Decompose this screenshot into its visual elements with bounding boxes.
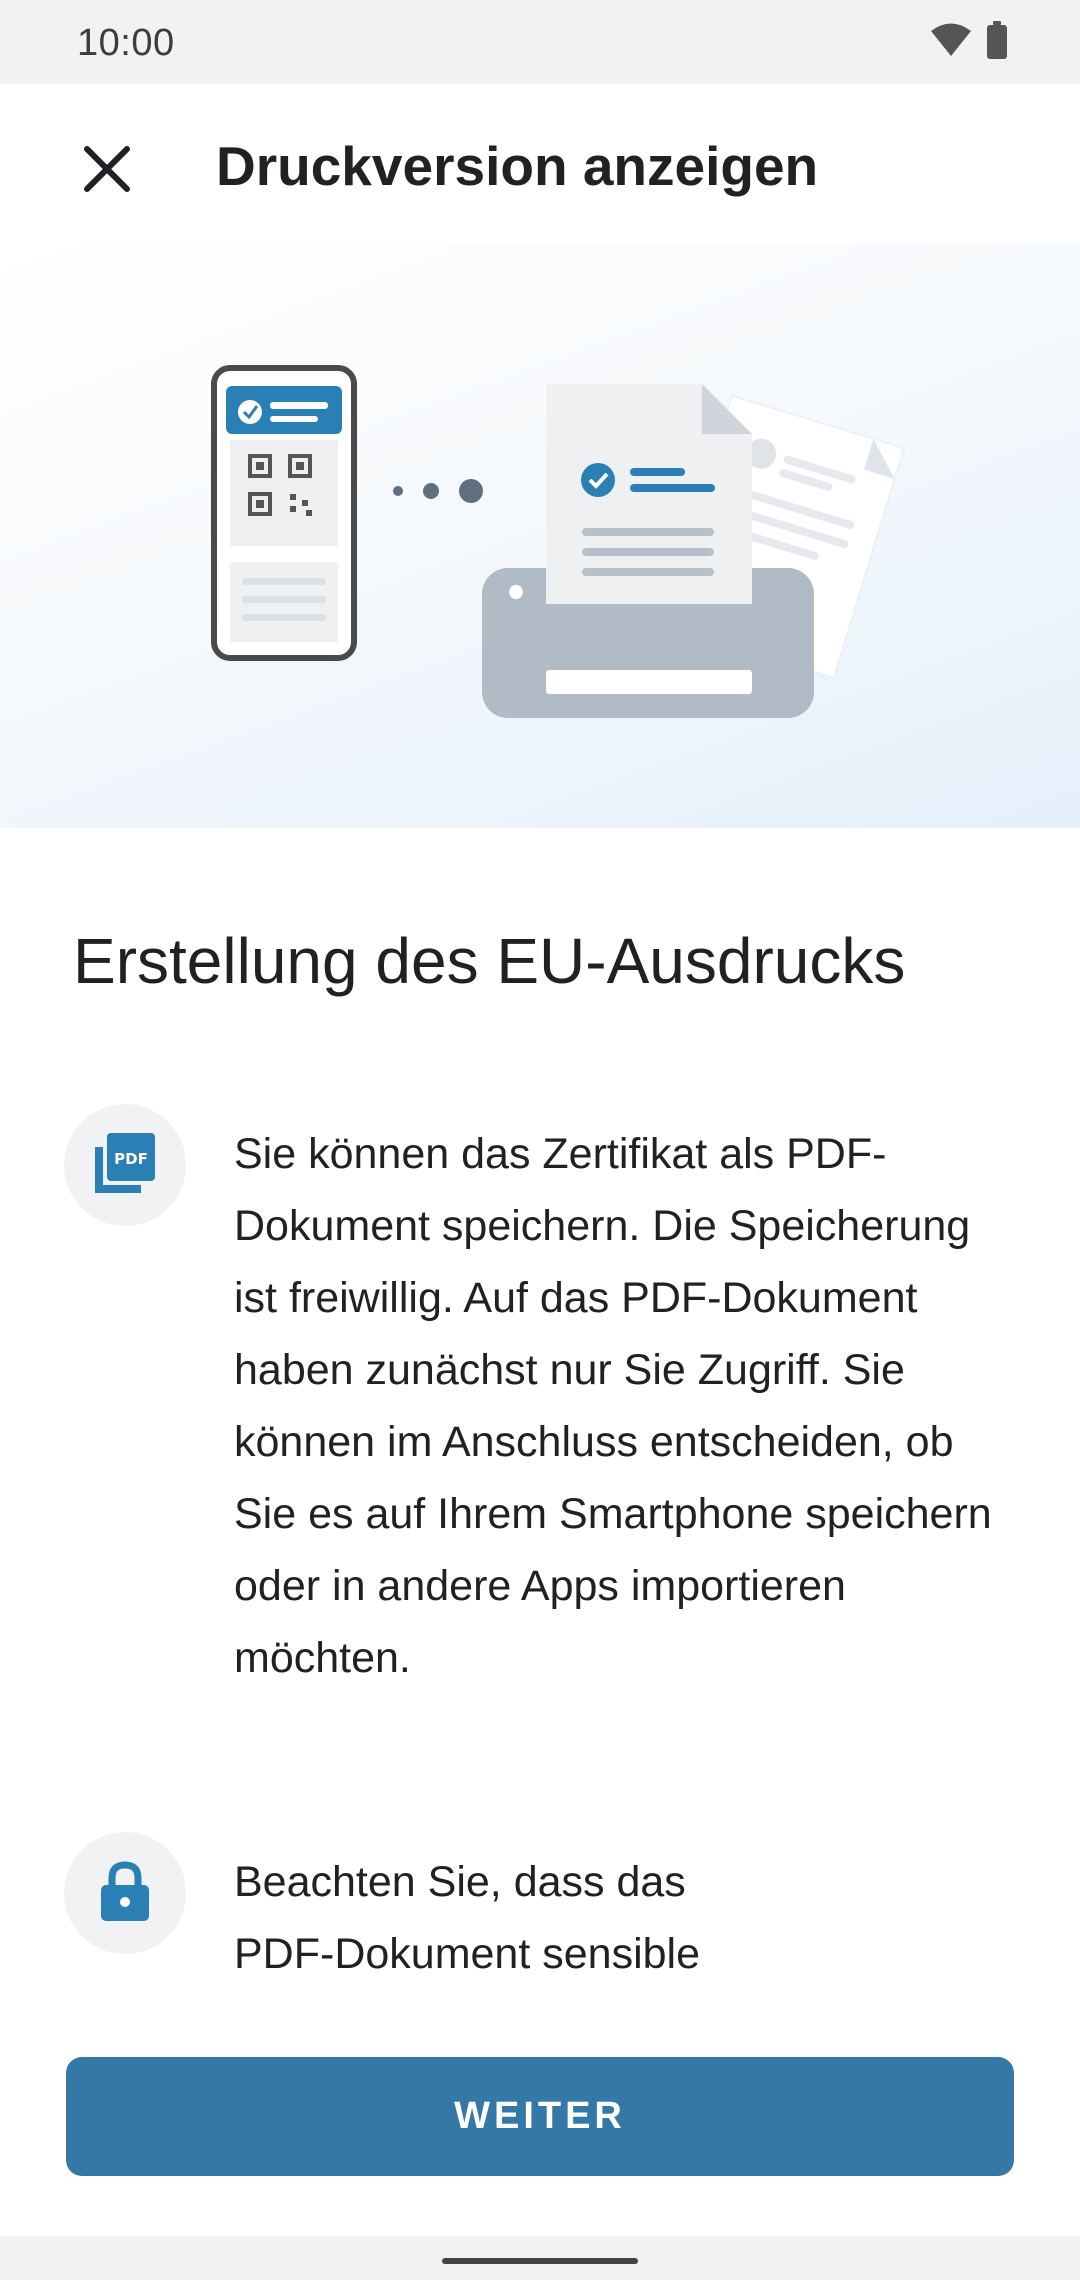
close-icon [83, 145, 131, 198]
battery-icon [986, 20, 1008, 64]
pdf-icon: PDF [93, 1131, 157, 1200]
info-icon-container [64, 1832, 186, 1954]
lock-icon [98, 1859, 152, 1928]
app-bar: Druckversion anzeigen [0, 84, 1080, 244]
content-scroll-area[interactable]: Erstellung des EU-Ausdrucks PDF Sie könn… [0, 828, 1080, 2056]
screen: 10:00 Druckversion anzeigen Erstellung d… [0, 0, 1080, 2280]
status-time: 10:00 [77, 22, 175, 64]
info-text-lock: Beachten Sie, dass das PDF-Dokument sens… [234, 1858, 701, 1978]
hero-illustration [0, 244, 1080, 828]
close-button[interactable] [62, 126, 152, 216]
status-icons [930, 20, 1008, 64]
transfer-dots-illustration [393, 479, 483, 503]
info-icon-container: PDF [64, 1104, 186, 1226]
next-button[interactable]: WEITER [66, 2057, 1014, 2176]
bottom-area: WEITER [0, 2040, 1080, 2236]
info-text-pdf: Sie können das Zertifikat als PDF-Dokume… [234, 1130, 992, 1682]
phone-illustration [211, 365, 357, 661]
wifi-icon [930, 22, 972, 63]
home-indicator[interactable] [442, 2258, 638, 2264]
navigation-bar [0, 2236, 1080, 2280]
svg-text:PDF: PDF [114, 1150, 148, 1168]
page-title: Druckversion anzeigen [216, 135, 819, 197]
status-bar: 10:00 [0, 0, 1080, 84]
section-title: Erstellung des EU-Ausdrucks [73, 925, 906, 997]
